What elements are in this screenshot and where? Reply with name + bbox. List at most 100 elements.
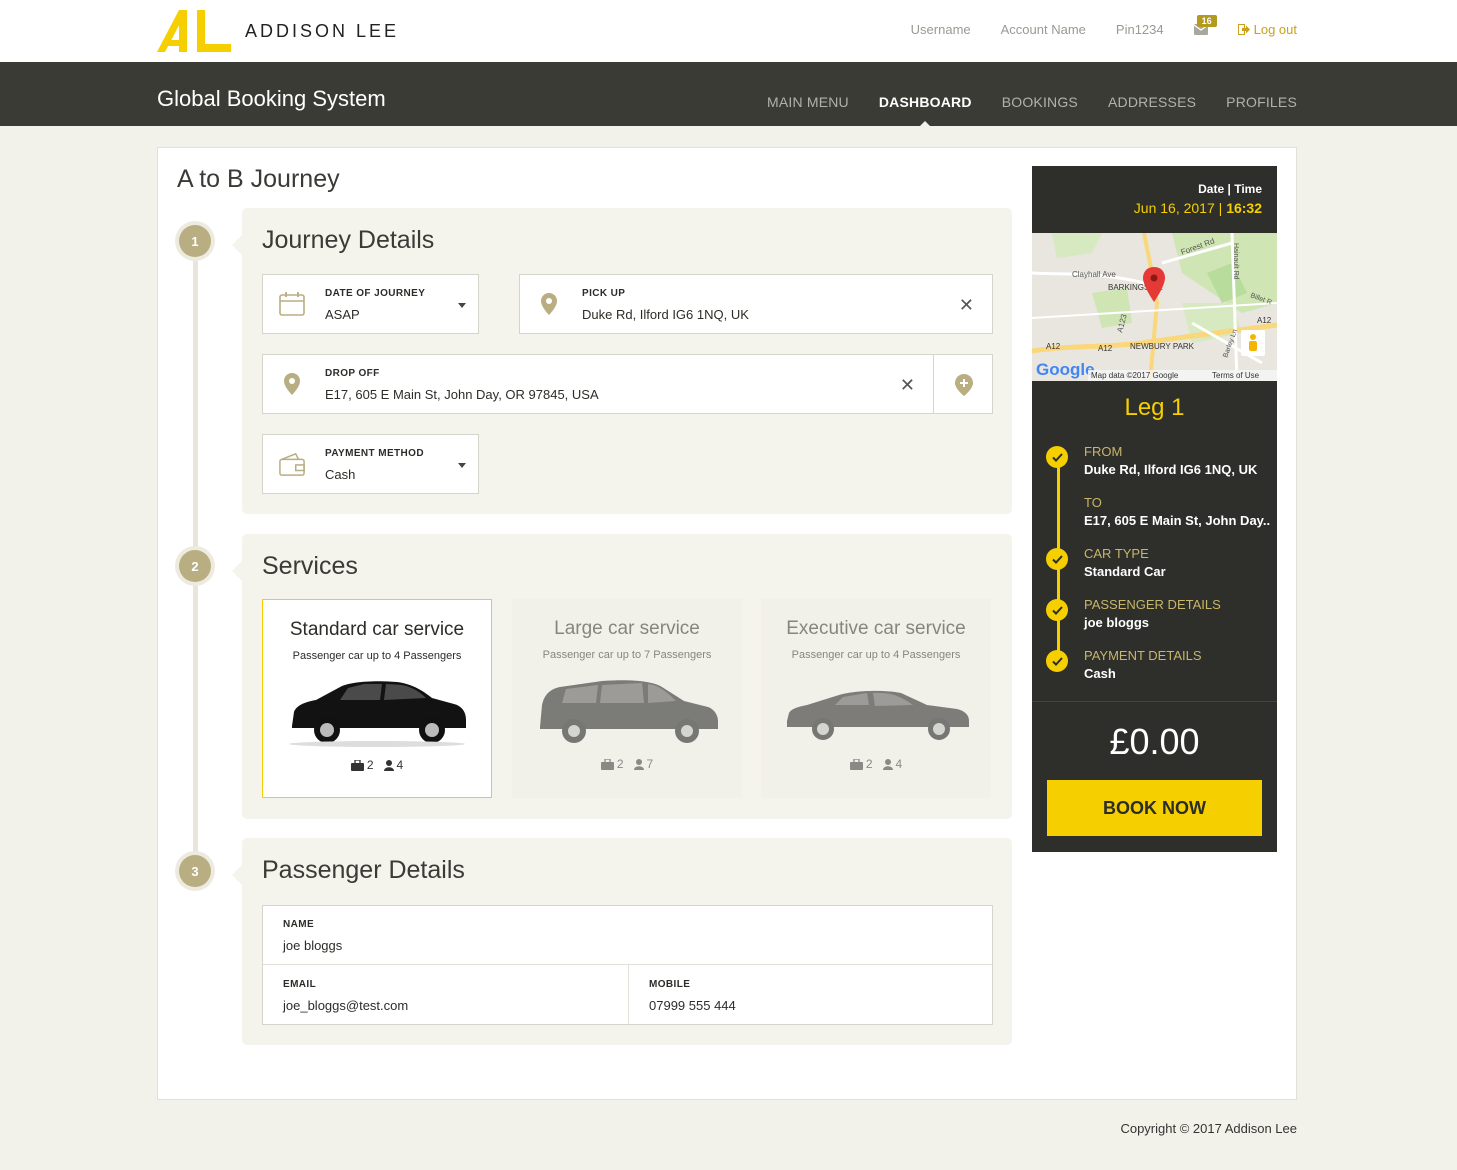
booking-summary-panel: Date | Time Jun 16, 2017 | 16:32 Clayhal… xyxy=(1032,166,1277,852)
main-nav: MAIN MENU DASHBOARD BOOKINGS ADDRESSES P… xyxy=(737,94,1297,110)
luggage-count: 2 xyxy=(366,758,374,772)
luggage-count: 2 xyxy=(616,757,624,771)
date-value: Jun 16, 2017 xyxy=(1133,200,1215,216)
book-now-button[interactable]: BOOK NOW xyxy=(1047,780,1262,836)
person-icon xyxy=(882,758,893,770)
check-icon xyxy=(1046,548,1068,570)
total-price: £0.00 xyxy=(1109,721,1200,762)
date-of-journey-select[interactable]: DATE OF JOURNEY ASAP xyxy=(262,274,479,334)
standard-car-service-card[interactable]: Standard car service Passenger car up to… xyxy=(262,599,492,798)
passenger-details-value: joe bloggs xyxy=(1084,615,1149,630)
passenger-capacity: 4 xyxy=(383,758,404,772)
pin-link[interactable]: Pin1234 xyxy=(1116,22,1164,37)
divider xyxy=(1032,701,1277,702)
top-bar: ADDISON LEE Username Account Name Pin123… xyxy=(0,0,1457,62)
passenger-count: 4 xyxy=(895,757,903,771)
passenger-capacity: 7 xyxy=(633,757,654,771)
large-car-service-card[interactable]: Large car service Passenger car up to 7 … xyxy=(512,599,742,798)
to-value: E17, 605 E Main St, John Day.. xyxy=(1084,513,1271,528)
to-label: TO xyxy=(1084,495,1102,510)
mobile-label: MOBILE xyxy=(649,979,691,990)
nav-dashboard[interactable]: DASHBOARD xyxy=(879,94,972,110)
map-label: A12 xyxy=(1257,316,1272,325)
service-capacity: 2 4 xyxy=(761,757,991,771)
logo[interactable]: ADDISON LEE xyxy=(157,10,399,52)
calendar-icon xyxy=(279,292,305,316)
username-link[interactable]: Username xyxy=(911,22,971,37)
passenger-count: 4 xyxy=(396,758,404,772)
nav-addresses[interactable]: ADDRESSES xyxy=(1108,94,1196,110)
messages-button[interactable]: 16 xyxy=(1193,15,1217,35)
clear-pickup-icon[interactable]: ✕ xyxy=(959,295,974,316)
map-label: Clayhall Ave xyxy=(1072,270,1116,279)
check-icon xyxy=(1046,446,1068,468)
logout-icon xyxy=(1237,24,1250,35)
map-graphic: Clayhall Ave BARKINGSIDE Forest Rd Haina… xyxy=(1032,233,1277,381)
briefcase-icon xyxy=(849,758,863,770)
service-subtitle: Passenger car up to 4 Passengers xyxy=(292,650,462,662)
payment-details-label: PAYMENT DETAILS xyxy=(1084,648,1202,663)
nav-bookings[interactable]: BOOKINGS xyxy=(1002,94,1078,110)
journey-details-section: Journey Details DATE OF JOURNEY ASAP PIC… xyxy=(232,208,1012,514)
caret-down-icon xyxy=(458,463,466,468)
email-label: EMAIL xyxy=(283,979,317,990)
name-label: NAME xyxy=(283,919,315,930)
passenger-details-section: Passenger Details NAME joe bloggs EMAIL … xyxy=(232,838,1012,1045)
dropoff-field[interactable]: DROP OFF E17, 605 E Main St, John Day, O… xyxy=(262,354,934,414)
clear-dropoff-icon[interactable]: ✕ xyxy=(900,375,915,396)
check-icon xyxy=(1046,650,1068,672)
dropoff-label: DROP OFF xyxy=(325,368,380,379)
payment-details-value: Cash xyxy=(1084,666,1116,681)
caret-down-icon xyxy=(458,303,466,308)
email-field[interactable]: EMAIL joe_bloggs@test.com xyxy=(283,979,613,1013)
service-title: Executive car service xyxy=(786,618,966,639)
service-title: Large car service xyxy=(554,618,700,639)
map-label: Hainault Rd xyxy=(1232,243,1239,280)
logout-link[interactable]: Log out xyxy=(1237,22,1297,37)
executive-car-service-card[interactable]: Executive car service Passenger car up t… xyxy=(761,599,991,798)
name-field[interactable]: NAME joe bloggs xyxy=(283,919,973,953)
copyright: Copyright © 2017 Addison Lee xyxy=(1120,1121,1297,1136)
map-attribution: Map data ©2017 Google xyxy=(1091,371,1179,380)
payment-method-value: Cash xyxy=(325,467,356,482)
system-title: Global Booking System xyxy=(157,86,386,111)
car-image-icon xyxy=(540,680,718,743)
step-1-badge: 1 xyxy=(179,225,211,257)
passenger-count: 7 xyxy=(646,757,654,771)
route-map[interactable]: Clayhall Ave BARKINGSIDE Forest Rd Haina… xyxy=(1032,233,1277,381)
from-label: FROM xyxy=(1084,444,1123,459)
add-stop-button[interactable] xyxy=(934,354,993,414)
map-label: NEWBURY PARK xyxy=(1130,342,1195,351)
brand-name: ADDISON LEE xyxy=(245,20,400,41)
services-section: Services Standard car service Passenger … xyxy=(232,534,1012,819)
date-of-journey-label: DATE OF JOURNEY xyxy=(325,288,426,299)
from-value: Duke Rd, Ilford IG6 1NQ, UK xyxy=(1084,462,1258,477)
time-value: 16:32 xyxy=(1226,200,1262,216)
date-label: Date xyxy=(1198,182,1225,196)
passenger-details-label: PASSENGER DETAILS xyxy=(1084,597,1221,612)
passenger-details-title: Passenger Details xyxy=(262,856,465,884)
date-time-value: Jun 16, 2017 | 16:32 xyxy=(1133,200,1262,216)
location-pin-icon xyxy=(541,293,557,315)
user-nav: Username Account Name Pin1234 16 Log out xyxy=(881,15,1297,37)
service-capacity: 2 7 xyxy=(512,757,742,771)
wallet-icon xyxy=(279,452,305,476)
pickup-field[interactable]: PICK UP Duke Rd, Ilford IG6 1NQ, UK ✕ xyxy=(519,274,993,334)
payment-method-select[interactable]: PAYMENT METHOD Cash xyxy=(262,434,479,494)
nav-main-menu[interactable]: MAIN MENU xyxy=(767,94,849,110)
car-type-value: Standard Car xyxy=(1084,564,1166,579)
service-subtitle: Passenger car up to 7 Passengers xyxy=(542,649,712,661)
service-capacity: 2 4 xyxy=(263,758,491,772)
logout-label: Log out xyxy=(1253,22,1297,37)
service-subtitle: Passenger car up to 4 Passengers xyxy=(791,649,961,661)
google-logo: Google xyxy=(1036,360,1095,379)
pickup-value: Duke Rd, Ilford IG6 1NQ, UK xyxy=(582,307,749,322)
mobile-field[interactable]: MOBILE 07999 555 444 xyxy=(649,979,979,1013)
account-name-link[interactable]: Account Name xyxy=(1001,22,1086,37)
location-pin-icon xyxy=(284,373,300,395)
nav-profiles[interactable]: PROFILES xyxy=(1226,94,1297,110)
step-2-badge: 2 xyxy=(179,550,211,582)
passenger-capacity: 4 xyxy=(882,757,903,771)
map-terms-link[interactable]: Terms of Use xyxy=(1212,371,1260,380)
divider xyxy=(628,965,629,1024)
